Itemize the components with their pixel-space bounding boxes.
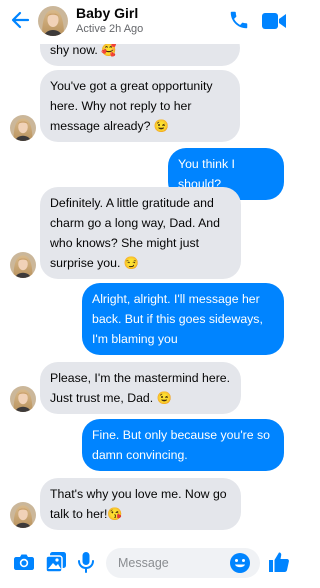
- microphone-icon[interactable]: [74, 550, 98, 574]
- message-bubble-outgoing: Alright, alright. I'll message her back.…: [82, 283, 284, 355]
- thumbs-up-icon[interactable]: [267, 550, 291, 574]
- message-bubble-outgoing: Fine. But only because you're so damn co…: [82, 419, 284, 471]
- gallery-icon[interactable]: [44, 550, 68, 574]
- message-bubble-incoming: You've got a great opportunity here. Why…: [40, 70, 240, 142]
- message-composer: [0, 538, 299, 588]
- contact-status: Active 2h Ago: [76, 23, 144, 35]
- emoji-icon[interactable]: [229, 552, 251, 574]
- avatar[interactable]: [10, 502, 36, 528]
- contact-name[interactable]: Baby Girl: [76, 5, 138, 21]
- message-bubble-incoming: That's why you love me. Now go talk to h…: [40, 478, 241, 530]
- message-bubble-incoming: Definitely. A little gratitude and charm…: [40, 187, 241, 279]
- avatar[interactable]: [10, 252, 36, 278]
- avatar[interactable]: [10, 386, 36, 412]
- message-bubble-incoming: Please, I'm the mastermind here. Just tr…: [40, 362, 241, 414]
- phone-icon[interactable]: [228, 9, 250, 31]
- message-list[interactable]: shy now. 🥰 You've got a great opportunit…: [0, 0, 299, 536]
- avatar[interactable]: [10, 115, 36, 141]
- camera-icon[interactable]: [12, 550, 36, 574]
- back-arrow-icon[interactable]: [10, 10, 30, 30]
- chat-header: Baby Girl Active 2h Ago: [0, 0, 299, 44]
- video-camera-icon[interactable]: [261, 10, 287, 32]
- contact-avatar[interactable]: [38, 6, 68, 36]
